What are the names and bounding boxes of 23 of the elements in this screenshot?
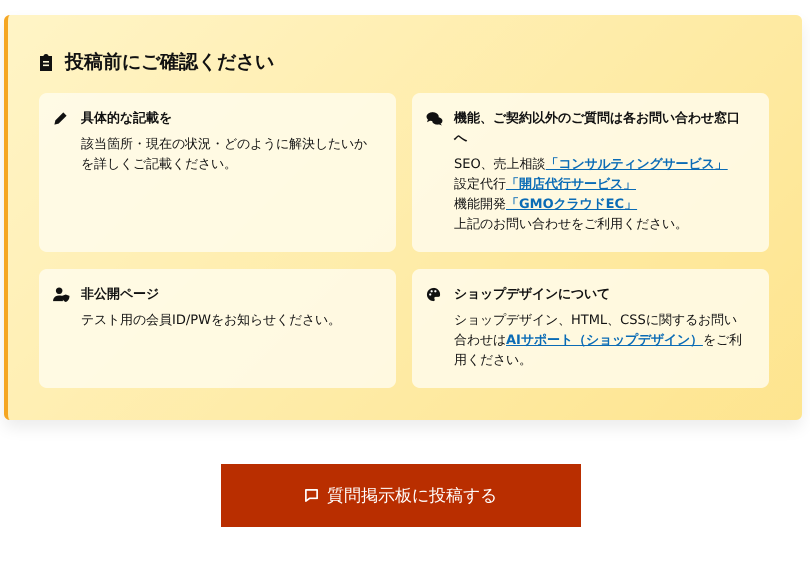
card-heading: 具体的な記載を xyxy=(81,110,173,128)
card-heading: 機能、ご契約以外のご質問は各お問い合わせ窓口へ xyxy=(454,110,741,148)
card-text: テスト用の会員ID/PWをお知らせください。 xyxy=(81,312,342,330)
pencil-icon xyxy=(53,111,68,126)
link[interactable]: 「GMOクラウドEC」 xyxy=(506,197,638,212)
clipboard-icon xyxy=(39,53,53,71)
link[interactable]: 「コンサルティングサービス」 xyxy=(546,157,728,172)
card-text: 機能開発「GMOクラウドEC」 xyxy=(454,196,638,214)
card-text: 上記のお問い合わせをご利用ください。 xyxy=(454,216,689,234)
card-heading: ショップデザインについて xyxy=(454,286,611,304)
card-text: SEO、売上相談「コンサルティングサービス」 xyxy=(454,156,729,174)
notice-title: 投稿前にご確認ください xyxy=(65,50,274,75)
user-shield-icon xyxy=(53,287,70,302)
submit-button[interactable]: 質問掲示板に投稿する xyxy=(220,464,580,527)
card-text: ショップデザイン、HTML、CSSに関するお問い合わせはAIサポート（ショップデザイン）をご利用ください。 xyxy=(454,312,743,370)
link[interactable]: AIサポート（ショップデザイン） xyxy=(506,333,703,348)
chat-bubbles-icon xyxy=(426,111,443,126)
card-text: 該当箇所・現在の状況・どのように解決したいかを詳しくご記載ください。 xyxy=(81,136,368,174)
card-heading: 非公開ページ xyxy=(81,286,160,304)
card-text: 設定代行「開店代行サービス」 xyxy=(454,176,637,194)
speech-bubble-icon xyxy=(304,488,319,503)
palette-icon xyxy=(426,287,441,302)
link[interactable]: 「開店代行サービス」 xyxy=(506,177,636,192)
